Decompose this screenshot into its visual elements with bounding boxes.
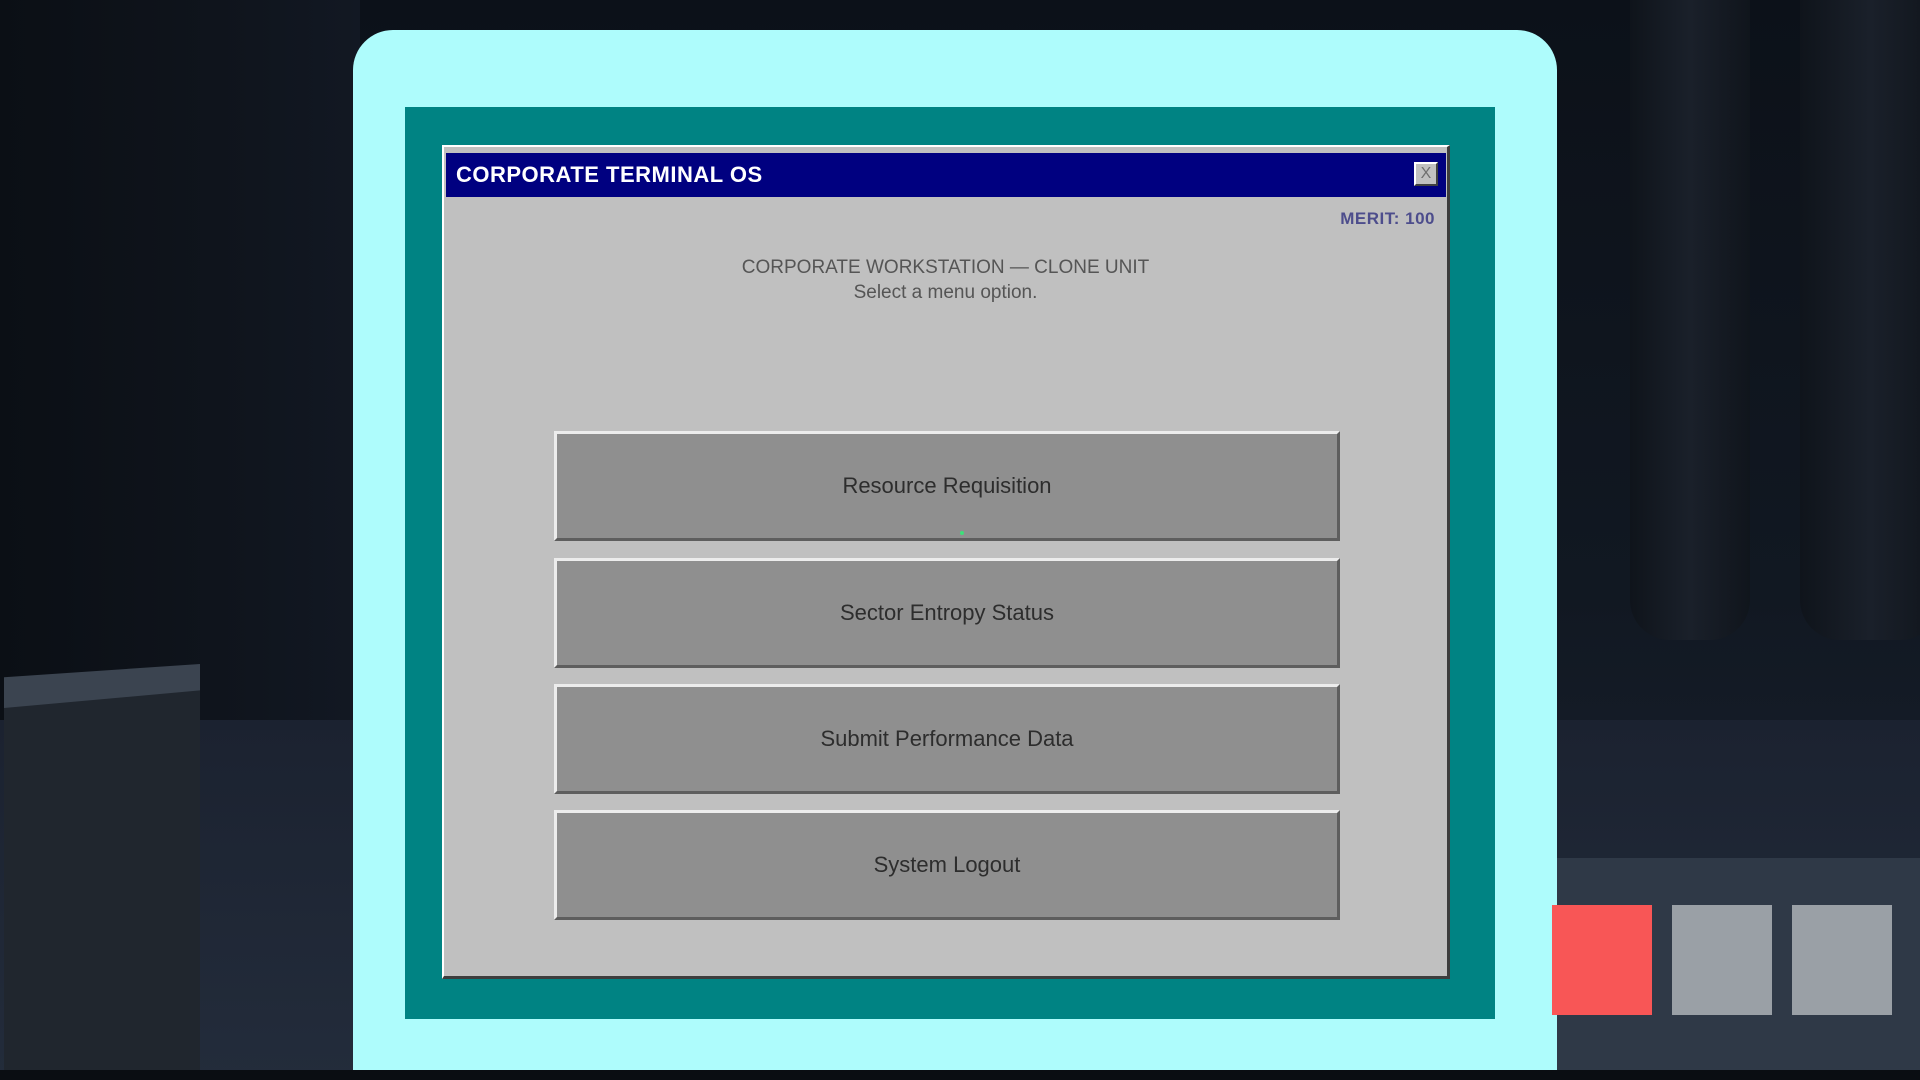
system-logout-button[interactable]: System Logout xyxy=(554,810,1340,920)
background-pillar xyxy=(1630,0,1750,640)
workstation-heading: CORPORATE WORKSTATION — CLONE UNIT Selec… xyxy=(444,255,1447,305)
submit-performance-data-button[interactable]: Submit Performance Data xyxy=(554,684,1340,794)
terminal-window: CORPORATE TERMINAL OS X MERIT: 100 CORPO… xyxy=(442,145,1450,979)
resource-requisition-button[interactable]: Resource Requisition xyxy=(554,431,1340,541)
window-titlebar: CORPORATE TERMINAL OS X xyxy=(446,153,1446,197)
background-pillar xyxy=(1800,0,1920,640)
close-button[interactable]: X xyxy=(1414,162,1438,186)
workstation-title: CORPORATE WORKSTATION — CLONE UNIT xyxy=(741,257,1150,278)
hotbar-slot-1[interactable] xyxy=(1552,905,1652,1015)
background-desk-left xyxy=(4,664,200,1080)
crosshair-cursor xyxy=(960,531,964,535)
hotbar-slot-2[interactable] xyxy=(1672,905,1772,1015)
workstation-instruction: Select a menu option. xyxy=(853,282,1038,303)
hotbar-slot-3[interactable] xyxy=(1792,905,1892,1015)
merit-counter: MERIT: 100 xyxy=(1340,209,1435,228)
window-title: CORPORATE TERMINAL OS xyxy=(456,162,763,187)
game-scene: CORPORATE TERMINAL OS X MERIT: 100 CORPO… xyxy=(0,0,1920,1080)
sector-entropy-status-button[interactable]: Sector Entropy Status xyxy=(554,558,1340,668)
background-bottom-edge xyxy=(0,1070,1920,1080)
